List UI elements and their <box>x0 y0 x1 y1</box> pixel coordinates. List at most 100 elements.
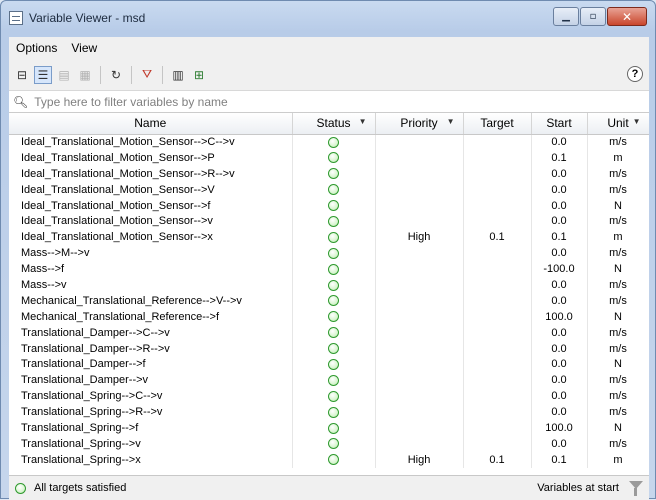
cell-priority <box>375 165 464 182</box>
cell-start: 0.0 <box>531 134 588 150</box>
status-ok-icon <box>328 200 339 212</box>
table-row[interactable]: Mass-->M-->v 0.0 m/s <box>9 245 649 262</box>
cell-unit: m/s <box>587 372 649 389</box>
cell-status <box>292 277 376 293</box>
table-row[interactable]: Ideal_Translational_Motion_Sensor-->P 0.1… <box>9 149 649 166</box>
status-ok-icon <box>328 279 339 291</box>
table-row[interactable]: Translational_Damper-->R-->v 0.0 m/s <box>9 340 649 357</box>
menu-options[interactable]: Options <box>9 41 64 55</box>
toolbar-separator <box>100 65 101 84</box>
status-ok-icon <box>328 136 339 148</box>
cell-name: Translational_Spring-->v <box>9 435 293 452</box>
table-row[interactable]: Ideal_Translational_Motion_Sensor-->x Hig… <box>9 229 649 246</box>
status-ok-icon <box>328 374 339 386</box>
close-button[interactable]: ✕ <box>607 7 647 26</box>
table-row[interactable]: Ideal_Translational_Motion_Sensor-->v 0.0… <box>9 213 649 230</box>
search-icon[interactable]: 🔍︎ <box>13 95 28 109</box>
cell-priority <box>375 356 464 373</box>
cell-name: Ideal_Translational_Motion_Sensor-->f <box>9 197 293 214</box>
table-row[interactable]: Translational_Spring-->v 0.0 m/s <box>9 435 649 452</box>
status-ok-icon <box>328 311 339 323</box>
table-row[interactable]: Ideal_Translational_Motion_Sensor-->R-->… <box>9 165 649 182</box>
help-icon[interactable]: ? <box>627 66 643 82</box>
flat-list-view-icon[interactable]: ☰ <box>34 65 52 84</box>
toolbar: ⊟ ☰ ▤ ▦ ↻ ⛛ ▥ ⊞ ? <box>9 59 649 91</box>
status-ok-icon <box>328 247 339 259</box>
cell-start: 0.0 <box>531 245 588 262</box>
table-row[interactable]: Translational_Damper-->f 0.0 N <box>9 356 649 373</box>
window-controls: ▁ ▫ ✕ <box>553 7 647 26</box>
minimize-button[interactable]: ▁ <box>553 7 579 26</box>
cell-start: 0.1 <box>531 451 588 468</box>
table-row[interactable]: Translational_Spring-->R-->v 0.0 m/s <box>9 404 649 421</box>
filter-input[interactable] <box>32 93 593 110</box>
cell-target <box>463 388 532 405</box>
filter-funnel-icon[interactable] <box>629 481 643 496</box>
chevron-down-icon[interactable]: ▼ <box>359 117 367 126</box>
expand-all-icon[interactable]: ▤ <box>55 66 73 84</box>
refresh-icon[interactable]: ↻ <box>107 66 125 84</box>
column-header-target[interactable]: Target <box>463 113 532 135</box>
title-bar[interactable]: Variable Viewer - msd ▁ ▫ ✕ <box>1 1 655 35</box>
table-row[interactable]: Translational_Damper-->v 0.0 m/s <box>9 372 649 389</box>
status-header-label: Status <box>316 116 351 131</box>
status-ok-icon <box>328 184 339 196</box>
table-row[interactable]: Mechanical_Translational_Reference-->f 10… <box>9 308 649 325</box>
cell-unit: N <box>587 308 649 325</box>
table-row[interactable]: Translational_Spring-->C-->v 0.0 m/s <box>9 388 649 405</box>
cell-start: 0.1 <box>531 149 588 166</box>
table-row[interactable]: Translational_Spring-->f 100.0 N <box>9 420 649 436</box>
cell-target <box>463 277 532 293</box>
cell-unit: m/s <box>587 435 649 452</box>
table-row[interactable]: Ideal_Translational_Motion_Sensor-->C-->… <box>9 134 649 150</box>
table-row[interactable]: Mass-->f -100.0 N <box>9 261 649 278</box>
tree-view-icon[interactable]: ⊟ <box>13 66 31 84</box>
cell-status <box>292 356 376 373</box>
add-table-icon[interactable]: ⊞ <box>190 66 208 84</box>
cell-target <box>463 420 532 436</box>
cell-target <box>463 292 532 309</box>
cell-name: Ideal_Translational_Motion_Sensor-->R-->… <box>9 165 293 182</box>
status-ok-icon <box>328 152 339 164</box>
variable-viewer-app-icon <box>9 11 23 25</box>
cell-target <box>463 213 532 230</box>
cell-unit: m/s <box>587 213 649 230</box>
cell-status <box>292 261 376 278</box>
chevron-down-icon[interactable]: ▼ <box>633 117 641 126</box>
table-row[interactable]: Mechanical_Translational_Reference-->V--… <box>9 292 649 309</box>
table-row[interactable]: Translational_Damper-->C-->v 0.0 m/s <box>9 324 649 341</box>
column-header-name[interactable]: Name <box>9 113 293 135</box>
clear-filter-icon[interactable]: ⛛ <box>138 66 156 84</box>
table-row[interactable]: Mass-->v 0.0 m/s <box>9 277 649 293</box>
cell-priority <box>375 292 464 309</box>
maximize-button[interactable]: ▫ <box>580 7 606 26</box>
column-header-priority[interactable]: Priority ▼ <box>375 113 464 135</box>
cell-start: 100.0 <box>531 420 588 436</box>
cell-name: Translational_Spring-->R-->v <box>9 404 293 421</box>
cell-unit: m <box>587 149 649 166</box>
table-row[interactable]: Ideal_Translational_Motion_Sensor-->f 0.0… <box>9 197 649 214</box>
column-header-start[interactable]: Start <box>531 113 588 135</box>
chevron-down-icon[interactable]: ▼ <box>447 117 455 126</box>
cell-status <box>292 324 376 341</box>
cell-name: Ideal_Translational_Motion_Sensor-->V <box>9 181 293 198</box>
column-header-unit[interactable]: Unit ▼ <box>587 113 649 135</box>
table-row[interactable]: Ideal_Translational_Motion_Sensor-->V 0.0… <box>9 181 649 198</box>
collapse-all-icon[interactable]: ▦ <box>76 66 94 84</box>
cell-status <box>292 165 376 182</box>
cell-status <box>292 197 376 214</box>
table-row[interactable]: Translational_Spring-->x High 0.1 0.1 m <box>9 451 649 468</box>
unit-header-label: Unit <box>607 116 629 131</box>
column-header-status[interactable]: Status ▼ <box>292 113 376 135</box>
cell-start: 0.0 <box>531 277 588 293</box>
cell-unit: m <box>587 229 649 246</box>
cell-name: Translational_Spring-->f <box>9 420 293 436</box>
table-header-row: Name Status ▼ Priority ▼ Target Start Unit… <box>9 113 649 135</box>
status-ok-icon <box>328 168 339 180</box>
menu-view[interactable]: View <box>64 41 104 55</box>
export-table-icon[interactable]: ▥ <box>169 66 187 84</box>
cell-unit: m/s <box>587 277 649 293</box>
cell-status <box>292 245 376 262</box>
toolbar-separator <box>162 65 163 84</box>
cell-unit: N <box>587 420 649 436</box>
